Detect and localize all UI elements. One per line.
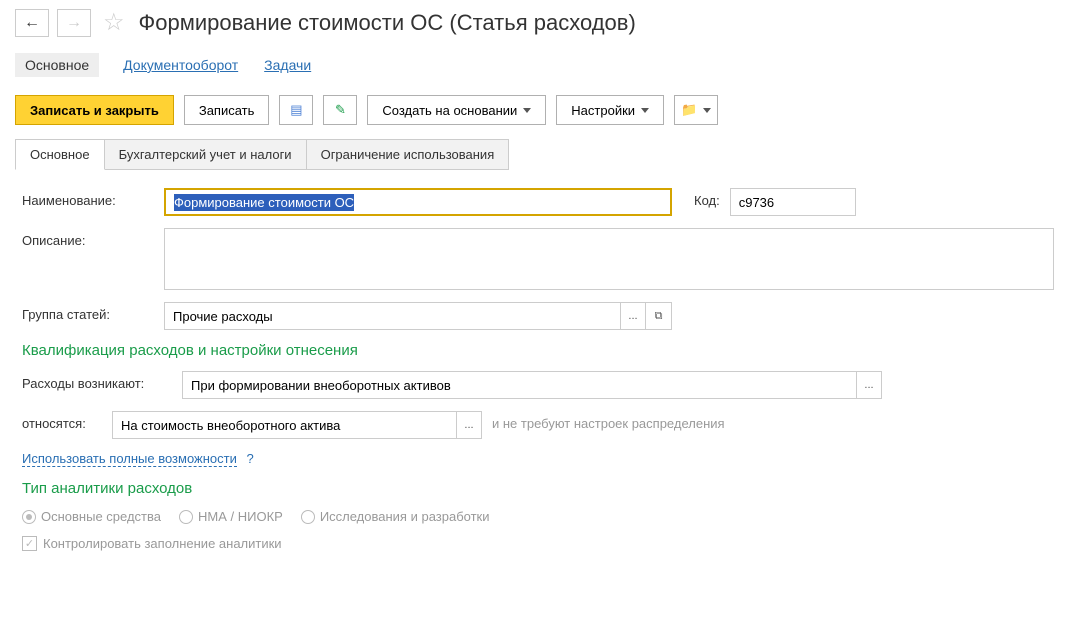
marker-button[interactable]: ✎	[323, 95, 357, 125]
chevron-down-icon	[523, 108, 531, 113]
linktab-main[interactable]: Основное	[15, 53, 99, 77]
control-checkbox-label: Контролировать заполнение аналитики	[43, 536, 282, 551]
group-select-button[interactable]: ...	[620, 302, 646, 330]
report-button[interactable]: ▤	[279, 95, 313, 125]
ellipsis-icon: ...	[864, 379, 873, 391]
help-icon[interactable]: ?	[246, 451, 253, 466]
chevron-down-icon	[703, 108, 711, 113]
expenses-select-button[interactable]: ...	[856, 371, 882, 399]
code-label: Код:	[694, 188, 720, 208]
radio-icon	[22, 510, 36, 524]
save-button[interactable]: Записать	[184, 95, 270, 125]
relates-hint: и не требуют настроек распределения	[492, 411, 725, 431]
folder-icon: 📁	[681, 102, 697, 118]
linktab-tasks[interactable]: Задачи	[262, 53, 313, 77]
marker-icon: ✎	[335, 102, 346, 118]
nav-forward-button[interactable]: →	[57, 9, 91, 37]
tab-restriction[interactable]: Ограничение использования	[306, 139, 510, 170]
save-close-button[interactable]: Записать и закрыть	[15, 95, 174, 125]
code-input[interactable]	[730, 188, 856, 216]
ellipsis-icon: ...	[464, 419, 473, 431]
page-title: Формирование стоимости ОС (Статья расход…	[139, 10, 636, 36]
name-input[interactable]: Формирование стоимости ОС	[164, 188, 672, 216]
create-based-button[interactable]: Создать на основании	[367, 95, 546, 125]
radio-icon	[179, 510, 193, 524]
desc-label: Описание:	[22, 228, 154, 248]
radio-fixed-assets: Основные средства	[22, 509, 161, 524]
document-icon: ▤	[290, 102, 302, 118]
radio-icon	[301, 510, 315, 524]
tab-accounting[interactable]: Бухгалтерский учет и налоги	[104, 139, 307, 170]
group-open-button[interactable]: ⧉	[646, 302, 672, 330]
full-capabilities-link[interactable]: Использовать полные возможности	[22, 451, 237, 467]
desc-textarea[interactable]	[164, 228, 1054, 290]
radio-nma: НМА / НИОКР	[179, 509, 283, 524]
tab-main[interactable]: Основное	[15, 139, 105, 170]
arrow-right-icon: →	[66, 14, 82, 32]
control-checkbox: ✓	[22, 536, 37, 551]
section-qualification-title: Квалификация расходов и настройки отнесе…	[22, 342, 1064, 359]
ellipsis-icon: ...	[628, 310, 637, 322]
attachments-button[interactable]: 📁	[674, 95, 718, 125]
radio-research: Исследования и разработки	[301, 509, 490, 524]
section-analytics-title: Тип аналитики расходов	[22, 480, 1064, 497]
settings-button[interactable]: Настройки	[556, 95, 664, 125]
relates-select-button[interactable]: ...	[456, 411, 482, 439]
relates-input[interactable]	[112, 411, 456, 439]
arrow-left-icon: ←	[24, 14, 40, 32]
nav-back-button[interactable]: ←	[15, 9, 49, 37]
expenses-occur-label: Расходы возникают:	[22, 371, 172, 391]
chevron-down-icon	[641, 108, 649, 113]
favorite-star-icon[interactable]: ☆	[103, 8, 125, 37]
expenses-occur-input[interactable]	[182, 371, 856, 399]
open-icon: ⧉	[655, 310, 663, 323]
group-input[interactable]	[164, 302, 620, 330]
name-label: Наименование:	[22, 188, 154, 208]
linktab-workflow[interactable]: Документооборот	[121, 53, 240, 77]
relates-label: относятся:	[22, 411, 102, 431]
group-label: Группа статей:	[22, 302, 154, 322]
